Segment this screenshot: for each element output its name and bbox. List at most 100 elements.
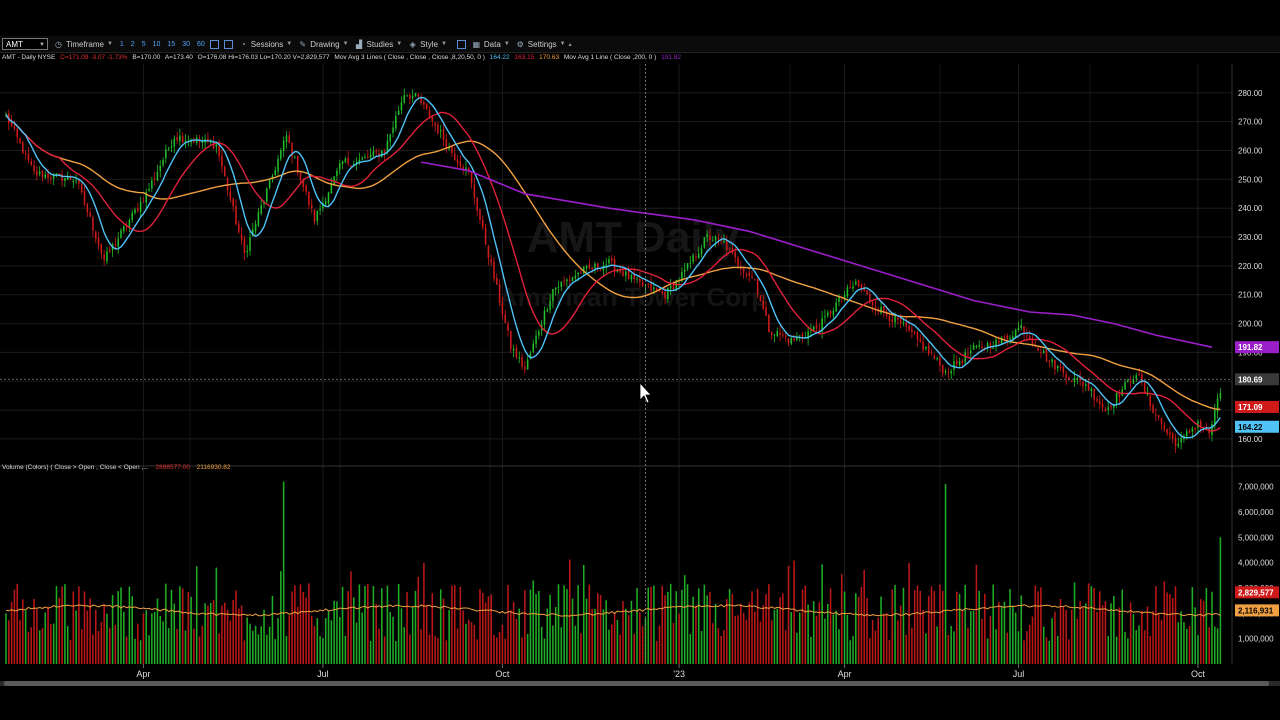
style-menu[interactable]: ◈ Style ▼ <box>408 40 447 49</box>
chart-canvas[interactable]: AMT Daily American Tower Corp 160.00170.… <box>0 0 1280 720</box>
price-axis[interactable]: 160.00170.00180.00190.00200.00210.00220.… <box>1238 89 1263 444</box>
candle-body <box>625 271 627 276</box>
studies-menu[interactable]: ▟ Studies ▼ <box>355 40 402 49</box>
volume-bar <box>274 639 277 664</box>
volume-bar <box>1079 601 1081 664</box>
timeframe-15[interactable]: 15 <box>167 41 175 48</box>
volume-bar <box>594 608 596 664</box>
volume-bar <box>1205 587 1208 664</box>
candle-body <box>756 279 759 295</box>
volume-study-header: Volume (Colors) ( Close > Open , Close <… <box>2 464 236 471</box>
candle-body <box>711 240 714 242</box>
drawing-menu[interactable]: ✎ Drawing ▼ <box>298 40 348 49</box>
time-axis[interactable]: Apr Jul Oct '23 Apr Jul Oct <box>136 664 1205 679</box>
volume-bar <box>574 625 577 664</box>
ma3-label[interactable]: Mov Avg 3 Lines ( Close , Close , Close … <box>334 54 485 61</box>
volume-bar <box>742 612 745 664</box>
volume-study-label[interactable]: Volume (Colors) ( Close > Open , Close <… <box>2 464 149 471</box>
candle-body <box>103 254 105 261</box>
horizontal-scrollbar[interactable] <box>0 681 1280 686</box>
crosshair-price-badge: 180.69 <box>1238 375 1263 384</box>
candle-body <box>83 191 86 205</box>
volume-bar <box>395 641 397 664</box>
layout-icon[interactable] <box>456 39 466 49</box>
volume-bar <box>106 613 108 664</box>
timeframe-menu[interactable]: ◷ Timeframe ▼ <box>54 40 113 49</box>
volume-bar <box>686 584 689 664</box>
timeframe-10[interactable]: 10 <box>153 41 161 48</box>
ma1-label[interactable]: Mov Avg 1 Line ( Close ,200, 0 ) <box>564 54 656 61</box>
sessions-menu[interactable]: ◔ Sessions ▼ <box>239 40 292 49</box>
timeframe-2[interactable]: 2 <box>131 41 135 48</box>
volume-bar <box>560 627 563 664</box>
candle-body <box>1051 359 1053 362</box>
volume-bar <box>47 606 49 664</box>
sessions-label: Sessions <box>250 39 284 49</box>
volume-bar <box>641 626 644 664</box>
volume-bar <box>807 604 809 664</box>
volume-bar <box>288 615 291 664</box>
volume-bar <box>153 611 156 664</box>
candle-body <box>717 238 720 240</box>
data-menu[interactable]: ▦ Data ▼ <box>472 40 510 49</box>
volume-bar <box>678 613 680 664</box>
volume-bar <box>493 634 495 664</box>
volume-bar <box>111 594 114 664</box>
candle-body <box>515 347 518 358</box>
candle-body <box>108 249 111 252</box>
volume-bar <box>549 594 551 664</box>
candle-body <box>482 219 484 228</box>
candle-body <box>361 158 363 160</box>
table-icon: ▦ <box>472 39 481 49</box>
candle-body <box>824 316 826 318</box>
volume-bar <box>911 627 913 664</box>
candle-body <box>347 157 349 164</box>
candle-body <box>557 286 560 288</box>
candle-body <box>431 116 434 121</box>
symbol-input[interactable]: AMT ▼ <box>2 38 48 50</box>
volume-bar <box>406 591 408 664</box>
timeframe-60[interactable]: 60 <box>197 41 205 48</box>
candle-body <box>336 170 338 177</box>
volume-bar <box>1087 583 1090 664</box>
volume-bar <box>989 615 992 664</box>
volume-bar <box>1096 612 1098 664</box>
volume-axis[interactable]: 1,000,0002,000,0003,000,0004,000,0005,00… <box>1238 483 1274 644</box>
symbol-dropdown-icon[interactable]: ▼ <box>39 39 45 51</box>
timeframe-30[interactable]: 30 <box>182 41 190 48</box>
scrollbar-thumb[interactable] <box>4 681 1269 686</box>
candle-body <box>770 331 773 336</box>
candle-body <box>745 273 748 275</box>
volume-bar <box>720 635 722 664</box>
settings-menu[interactable]: ⚙ Settings ▼ ▴ <box>516 40 572 49</box>
volume-bar <box>322 638 324 664</box>
candle-body <box>246 250 248 253</box>
volume-bar <box>1017 631 1020 664</box>
candle-body <box>22 142 24 154</box>
volume-bar <box>1073 582 1076 664</box>
volume-bar <box>238 608 240 664</box>
candle-body <box>1059 366 1062 369</box>
candle-body <box>162 159 164 166</box>
candle-body <box>700 248 703 255</box>
interval-grid-icon[interactable] <box>209 39 219 49</box>
volume-bar <box>38 630 41 664</box>
volume-bar <box>462 610 464 664</box>
candle-body <box>288 135 291 143</box>
candle-body <box>19 138 21 144</box>
calendar-icon[interactable] <box>223 39 233 49</box>
timeframe-5[interactable]: 5 <box>142 41 146 48</box>
candle-body <box>964 352 966 363</box>
volume-last-badge: 2,829,577 <box>1238 588 1274 597</box>
volume-bar <box>613 612 616 664</box>
candle-body <box>1194 428 1196 430</box>
volume-bar <box>568 559 571 664</box>
volume-bar <box>1082 607 1084 664</box>
timeframe-1[interactable]: 1 <box>120 41 124 48</box>
crosshair <box>0 64 1232 664</box>
candle-body <box>369 154 372 158</box>
candle-body <box>902 322 905 324</box>
volume-bar <box>591 608 593 664</box>
candle-body <box>327 192 330 203</box>
volume-bar <box>734 615 736 664</box>
